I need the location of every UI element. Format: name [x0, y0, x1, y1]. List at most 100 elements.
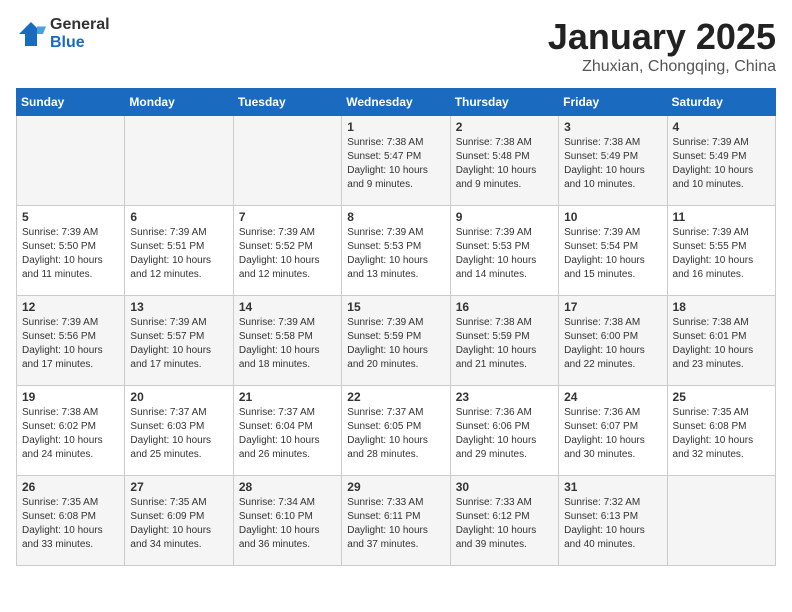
day-info: Sunrise: 7:38 AM Sunset: 5:48 PM Dayligh…	[456, 136, 553, 192]
day-info: Sunrise: 7:35 AM Sunset: 6:08 PM Dayligh…	[673, 406, 770, 462]
day-cell: 13 Sunrise: 7:39 AM Sunset: 5:57 PM Dayli…	[125, 296, 233, 386]
day-number: 19	[22, 390, 119, 404]
header-cell-monday: Monday	[125, 89, 233, 116]
day-cell: 21Sunrise: 7:37 AM Sunset: 6:04 PM Dayli…	[233, 386, 341, 476]
day-number: 7	[239, 210, 336, 224]
day-cell	[125, 116, 233, 206]
day-number: 13	[130, 300, 227, 314]
day-number: 23	[456, 390, 553, 404]
day-info: Sunrise: 7:39 AM Sunset: 5:59 PM Dayligh…	[347, 316, 444, 372]
day-cell: 23Sunrise: 7:36 AM Sunset: 6:06 PM Dayli…	[450, 386, 558, 476]
day-info: Sunrise: 7:39 AM Sunset: 5:56 PM Dayligh…	[22, 316, 119, 372]
day-number: 15	[347, 300, 444, 314]
day-cell: 7 Sunrise: 7:39 AM Sunset: 5:52 PM Daylig…	[233, 206, 341, 296]
header-cell-wednesday: Wednesday	[342, 89, 450, 116]
day-cell: 16Sunrise: 7:38 AM Sunset: 5:59 PM Dayli…	[450, 296, 558, 386]
day-number: 27	[130, 480, 227, 494]
day-info: Sunrise: 7:33 AM Sunset: 6:11 PM Dayligh…	[347, 496, 444, 552]
day-info: Sunrise: 7:39 AM Sunset: 5:53 PM Dayligh…	[347, 226, 444, 282]
day-cell: 14Sunrise: 7:39 AM Sunset: 5:58 PM Dayli…	[233, 296, 341, 386]
day-number: 4	[673, 120, 770, 134]
day-cell: 1 Sunrise: 7:38 AM Sunset: 5:47 PM Daylig…	[342, 116, 450, 206]
day-cell: 27 Sunrise: 7:35 AM Sunset: 6:09 PM Dayli…	[125, 476, 233, 566]
day-info: Sunrise: 7:39 AM Sunset: 5:55 PM Dayligh…	[673, 226, 770, 282]
day-number: 24	[564, 390, 661, 404]
day-info: Sunrise: 7:38 AM Sunset: 6:01 PM Dayligh…	[673, 316, 770, 372]
day-info: Sunrise: 7:39 AM Sunset: 5:52 PM Dayligh…	[239, 226, 336, 282]
day-number: 18	[673, 300, 770, 314]
day-cell: 26 Sunrise: 7:35 AM Sunset: 6:08 PM Dayli…	[17, 476, 125, 566]
day-info: Sunrise: 7:38 AM Sunset: 5:49 PM Dayligh…	[564, 136, 661, 192]
day-cell: 4Sunrise: 7:39 AM Sunset: 5:49 PM Daylig…	[667, 116, 775, 206]
day-cell: 22Sunrise: 7:37 AM Sunset: 6:05 PM Dayli…	[342, 386, 450, 476]
week-row-1: 1 Sunrise: 7:38 AM Sunset: 5:47 PM Daylig…	[17, 116, 776, 206]
calendar-title: January 2025	[548, 16, 776, 58]
title-block: January 2025 Zhuxian, Chongqing, China	[548, 16, 776, 76]
day-info: Sunrise: 7:35 AM Sunset: 6:09 PM Dayligh…	[130, 496, 227, 552]
calendar-subtitle: Zhuxian, Chongqing, China	[548, 58, 776, 76]
day-info: Sunrise: 7:37 AM Sunset: 6:04 PM Dayligh…	[239, 406, 336, 462]
day-number: 28	[239, 480, 336, 494]
day-cell: 10Sunrise: 7:39 AM Sunset: 5:54 PM Dayli…	[559, 206, 667, 296]
day-cell: 18 Sunrise: 7:38 AM Sunset: 6:01 PM Dayli…	[667, 296, 775, 386]
day-number: 20	[130, 390, 227, 404]
day-cell: 30 Sunrise: 7:33 AM Sunset: 6:12 PM Dayli…	[450, 476, 558, 566]
logo: General Blue	[16, 16, 110, 51]
day-info: Sunrise: 7:39 AM Sunset: 5:53 PM Dayligh…	[456, 226, 553, 282]
calendar-table: SundayMondayTuesdayWednesdayThursdayFrid…	[16, 88, 776, 566]
day-cell: 25Sunrise: 7:35 AM Sunset: 6:08 PM Dayli…	[667, 386, 775, 476]
day-info: Sunrise: 7:39 AM Sunset: 5:54 PM Dayligh…	[564, 226, 661, 282]
day-cell: 2 Sunrise: 7:38 AM Sunset: 5:48 PM Daylig…	[450, 116, 558, 206]
day-number: 22	[347, 390, 444, 404]
header-cell-tuesday: Tuesday	[233, 89, 341, 116]
day-number: 8	[347, 210, 444, 224]
day-number: 30	[456, 480, 553, 494]
day-cell: 3 Sunrise: 7:38 AM Sunset: 5:49 PM Daylig…	[559, 116, 667, 206]
day-number: 3	[564, 120, 661, 134]
day-number: 14	[239, 300, 336, 314]
day-cell: 15 Sunrise: 7:39 AM Sunset: 5:59 PM Dayli…	[342, 296, 450, 386]
day-cell: 28 Sunrise: 7:34 AM Sunset: 6:10 PM Dayli…	[233, 476, 341, 566]
day-cell	[17, 116, 125, 206]
logo-icon	[16, 19, 46, 49]
day-number: 6	[130, 210, 227, 224]
week-row-5: 26 Sunrise: 7:35 AM Sunset: 6:08 PM Dayli…	[17, 476, 776, 566]
day-cell	[667, 476, 775, 566]
day-info: Sunrise: 7:38 AM Sunset: 6:02 PM Dayligh…	[22, 406, 119, 462]
day-info: Sunrise: 7:39 AM Sunset: 5:57 PM Dayligh…	[130, 316, 227, 372]
day-number: 5	[22, 210, 119, 224]
day-number: 1	[347, 120, 444, 134]
day-info: Sunrise: 7:35 AM Sunset: 6:08 PM Dayligh…	[22, 496, 119, 552]
header-cell-friday: Friday	[559, 89, 667, 116]
day-number: 2	[456, 120, 553, 134]
day-cell: 11Sunrise: 7:39 AM Sunset: 5:55 PM Dayli…	[667, 206, 775, 296]
day-info: Sunrise: 7:32 AM Sunset: 6:13 PM Dayligh…	[564, 496, 661, 552]
day-cell: 20Sunrise: 7:37 AM Sunset: 6:03 PM Dayli…	[125, 386, 233, 476]
day-info: Sunrise: 7:39 AM Sunset: 5:51 PM Dayligh…	[130, 226, 227, 282]
day-cell: 17Sunrise: 7:38 AM Sunset: 6:00 PM Dayli…	[559, 296, 667, 386]
header-cell-thursday: Thursday	[450, 89, 558, 116]
day-info: Sunrise: 7:39 AM Sunset: 5:50 PM Dayligh…	[22, 226, 119, 282]
day-cell: 19 Sunrise: 7:38 AM Sunset: 6:02 PM Dayli…	[17, 386, 125, 476]
day-info: Sunrise: 7:36 AM Sunset: 6:07 PM Dayligh…	[564, 406, 661, 462]
day-number: 9	[456, 210, 553, 224]
day-info: Sunrise: 7:33 AM Sunset: 6:12 PM Dayligh…	[456, 496, 553, 552]
day-number: 26	[22, 480, 119, 494]
day-cell: 29 Sunrise: 7:33 AM Sunset: 6:11 PM Dayli…	[342, 476, 450, 566]
day-cell: 9 Sunrise: 7:39 AM Sunset: 5:53 PM Daylig…	[450, 206, 558, 296]
day-info: Sunrise: 7:34 AM Sunset: 6:10 PM Dayligh…	[239, 496, 336, 552]
day-number: 12	[22, 300, 119, 314]
day-number: 17	[564, 300, 661, 314]
day-cell: 8 Sunrise: 7:39 AM Sunset: 5:53 PM Daylig…	[342, 206, 450, 296]
day-info: Sunrise: 7:38 AM Sunset: 5:47 PM Dayligh…	[347, 136, 444, 192]
day-number: 29	[347, 480, 444, 494]
week-row-2: 5 Sunrise: 7:39 AM Sunset: 5:50 PM Daylig…	[17, 206, 776, 296]
day-number: 16	[456, 300, 553, 314]
page-header: General Blue January 2025 Zhuxian, Chong…	[16, 16, 776, 76]
day-number: 31	[564, 480, 661, 494]
week-row-3: 12 Sunrise: 7:39 AM Sunset: 5:56 PM Dayli…	[17, 296, 776, 386]
logo-blue-text: Blue	[50, 34, 110, 52]
header-row: SundayMondayTuesdayWednesdayThursdayFrid…	[17, 89, 776, 116]
logo-general-text: General	[50, 16, 110, 34]
day-cell: 31 Sunrise: 7:32 AM Sunset: 6:13 PM Dayli…	[559, 476, 667, 566]
